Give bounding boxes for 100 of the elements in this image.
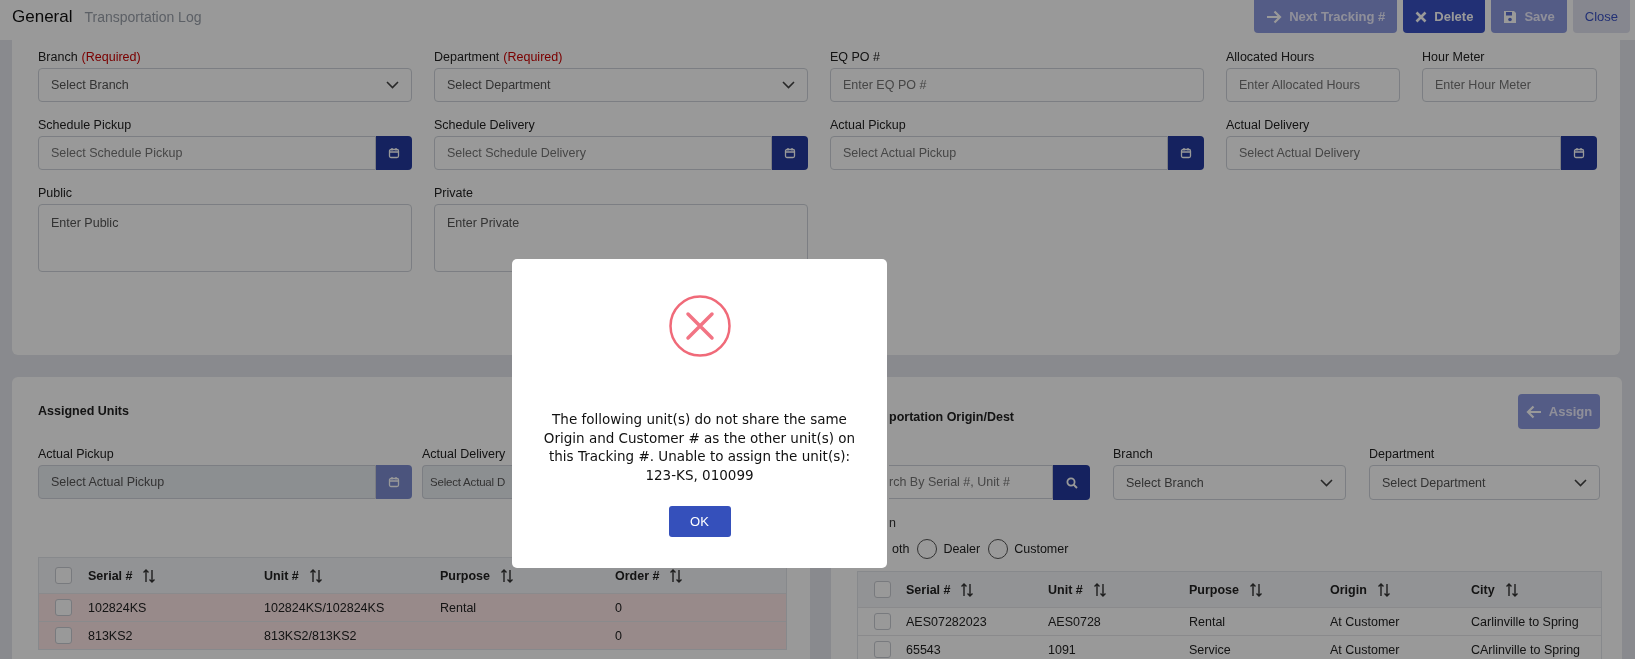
- column-header[interactable]: Purpose: [440, 568, 490, 583]
- radio-label[interactable]: oth: [892, 542, 910, 556]
- select-field[interactable]: Select Department: [434, 68, 808, 102]
- field-label: Allocated Hours: [1226, 50, 1315, 64]
- text-area[interactable]: Enter Public: [38, 204, 412, 272]
- column-header[interactable]: Serial #: [88, 568, 133, 583]
- calendar-icon: [1180, 147, 1192, 159]
- date-field[interactable]: Select Schedule Delivery: [434, 136, 772, 170]
- calendar-button[interactable]: [772, 136, 808, 170]
- sort-icon[interactable]: [1092, 582, 1107, 597]
- input-field[interactable]: Enter EQ PO #: [830, 68, 1204, 102]
- sort-icon[interactable]: [1376, 582, 1391, 597]
- field-label: Private: [434, 186, 473, 200]
- calendar-button[interactable]: [376, 465, 412, 499]
- field-label: Public: [38, 186, 73, 200]
- tab[interactable]: General: [12, 7, 73, 27]
- table-row[interactable]: 813KS2 813KS2/813KS2 0: [39, 621, 786, 649]
- calendar-button[interactable]: [1561, 136, 1597, 170]
- input-field[interactable]: Enter Allocated Hours: [1226, 68, 1400, 102]
- checkbox[interactable]: [55, 567, 72, 584]
- field-label: Branch: [38, 50, 78, 64]
- table-cell: Service: [1189, 643, 1231, 657]
- table-cell: Rental: [440, 601, 477, 615]
- select-field[interactable]: Select Branch: [1113, 465, 1346, 500]
- column-header[interactable]: Purpose: [1189, 582, 1239, 597]
- date-field[interactable]: Select Schedule Pickup: [38, 136, 376, 170]
- close-icon: [1415, 10, 1428, 23]
- radio-button[interactable]: [917, 539, 938, 559]
- checkbox[interactable]: [873, 613, 891, 630]
- table-cell: 102824KS/102824KS: [264, 601, 385, 615]
- field-label: Actual Delivery: [1226, 118, 1310, 132]
- sort-icon[interactable]: [1249, 582, 1263, 597]
- table-row[interactable]: AES07282023 AES0728 Rental At Customer Carlinville to Spring: [858, 607, 1601, 635]
- table-cell: AES0728: [1048, 615, 1101, 629]
- chevron-down-icon: [1320, 478, 1333, 487]
- ok-button[interactable]: OK: [668, 506, 731, 537]
- radio-label[interactable]: Dealer: [943, 542, 981, 556]
- section-title: portation Origin/Dest: [889, 409, 1014, 426]
- sort-icon[interactable]: [669, 568, 684, 583]
- toolbar-button[interactable]: Close: [1572, 0, 1630, 33]
- column-header[interactable]: Unit #: [264, 568, 299, 583]
- table-cell: 1091: [1048, 643, 1076, 657]
- checkbox[interactable]: [55, 599, 72, 616]
- table-cell: Rental: [1189, 615, 1226, 629]
- calendar-icon: [784, 147, 796, 159]
- date-field[interactable]: Select Actual Pickup: [830, 136, 1168, 170]
- search-button[interactable]: [1053, 465, 1090, 500]
- radio-label[interactable]: Customer: [1014, 542, 1069, 556]
- field-label: Schedule Delivery: [434, 118, 535, 132]
- calendar-icon: [1573, 147, 1585, 159]
- table-row[interactable]: 65543 1091 Service At Customer CArlinville to Spring: [858, 635, 1601, 659]
- select-field[interactable]: Select Department: [1369, 465, 1600, 500]
- dialog-message: The following unit(s) do not share the same Origin and Customer # as the other unit(s) on this Tracking #. Unable to assign the unit(s): 123-KS, 010099: [542, 410, 857, 484]
- calendar-icon: [388, 147, 400, 159]
- column-header[interactable]: Serial #: [906, 582, 951, 597]
- field-label: Schedule Pickup: [38, 118, 132, 132]
- table-cell: 65543: [906, 643, 941, 657]
- sort-icon[interactable]: [308, 568, 323, 583]
- checkbox[interactable]: [55, 627, 72, 644]
- table-cell: AES07282023: [906, 615, 987, 629]
- table-cell: Carlinville to Spring: [1471, 615, 1579, 629]
- table-cell: 102824KS: [88, 601, 147, 615]
- table-cell: 813KS2: [88, 629, 133, 643]
- arrow-left-icon: [1525, 404, 1542, 419]
- sort-icon[interactable]: [1504, 582, 1519, 597]
- field-label: Department: [1369, 447, 1436, 463]
- input-field[interactable]: Enter Hour Meter: [1422, 68, 1597, 102]
- column-header[interactable]: Unit #: [1048, 582, 1083, 597]
- field-label: Branch: [1113, 447, 1154, 463]
- table-cell: CArlinville to Spring: [1471, 643, 1581, 657]
- table-cell: At Customer: [1330, 615, 1400, 629]
- search-field[interactable]: rch By Serial #, Unit #: [889, 465, 1053, 499]
- checkbox[interactable]: [873, 581, 891, 598]
- checkbox[interactable]: [873, 641, 891, 658]
- required-note: (Required): [81, 50, 141, 64]
- column-header[interactable]: Order #: [615, 568, 660, 583]
- select-field[interactable]: Select Branch: [38, 68, 412, 102]
- date-field[interactable]: Select Actual Delivery: [1226, 136, 1561, 170]
- sort-icon[interactable]: [142, 568, 157, 583]
- sort-icon[interactable]: [500, 568, 514, 583]
- column-header[interactable]: City: [1471, 582, 1495, 597]
- table-row[interactable]: 102824KS 102824KS/102824KS Rental 0: [39, 593, 786, 621]
- field-label: EQ PO #: [830, 50, 881, 64]
- search-icon: [1065, 476, 1078, 489]
- calendar-button[interactable]: [376, 136, 412, 170]
- table-cell: 813KS2/813KS2: [264, 629, 357, 643]
- radio-button[interactable]: [988, 539, 1009, 559]
- chevron-down-icon: [386, 81, 399, 89]
- sort-icon[interactable]: [960, 582, 975, 597]
- chevron-down-icon: [1574, 478, 1587, 487]
- arrow-right-icon: [1266, 9, 1283, 24]
- required-note: (Required): [503, 50, 563, 64]
- field-label: Actual Pickup: [830, 118, 906, 132]
- calendar-button[interactable]: [1168, 136, 1204, 170]
- radio-group-label: n: [889, 516, 896, 530]
- toolbar-button[interactable]: Delete: [1403, 0, 1486, 33]
- calendar-icon: [388, 476, 400, 488]
- error-icon: [668, 295, 731, 357]
- column-header[interactable]: Origin: [1330, 582, 1367, 597]
- table-cell: 0: [615, 601, 622, 615]
